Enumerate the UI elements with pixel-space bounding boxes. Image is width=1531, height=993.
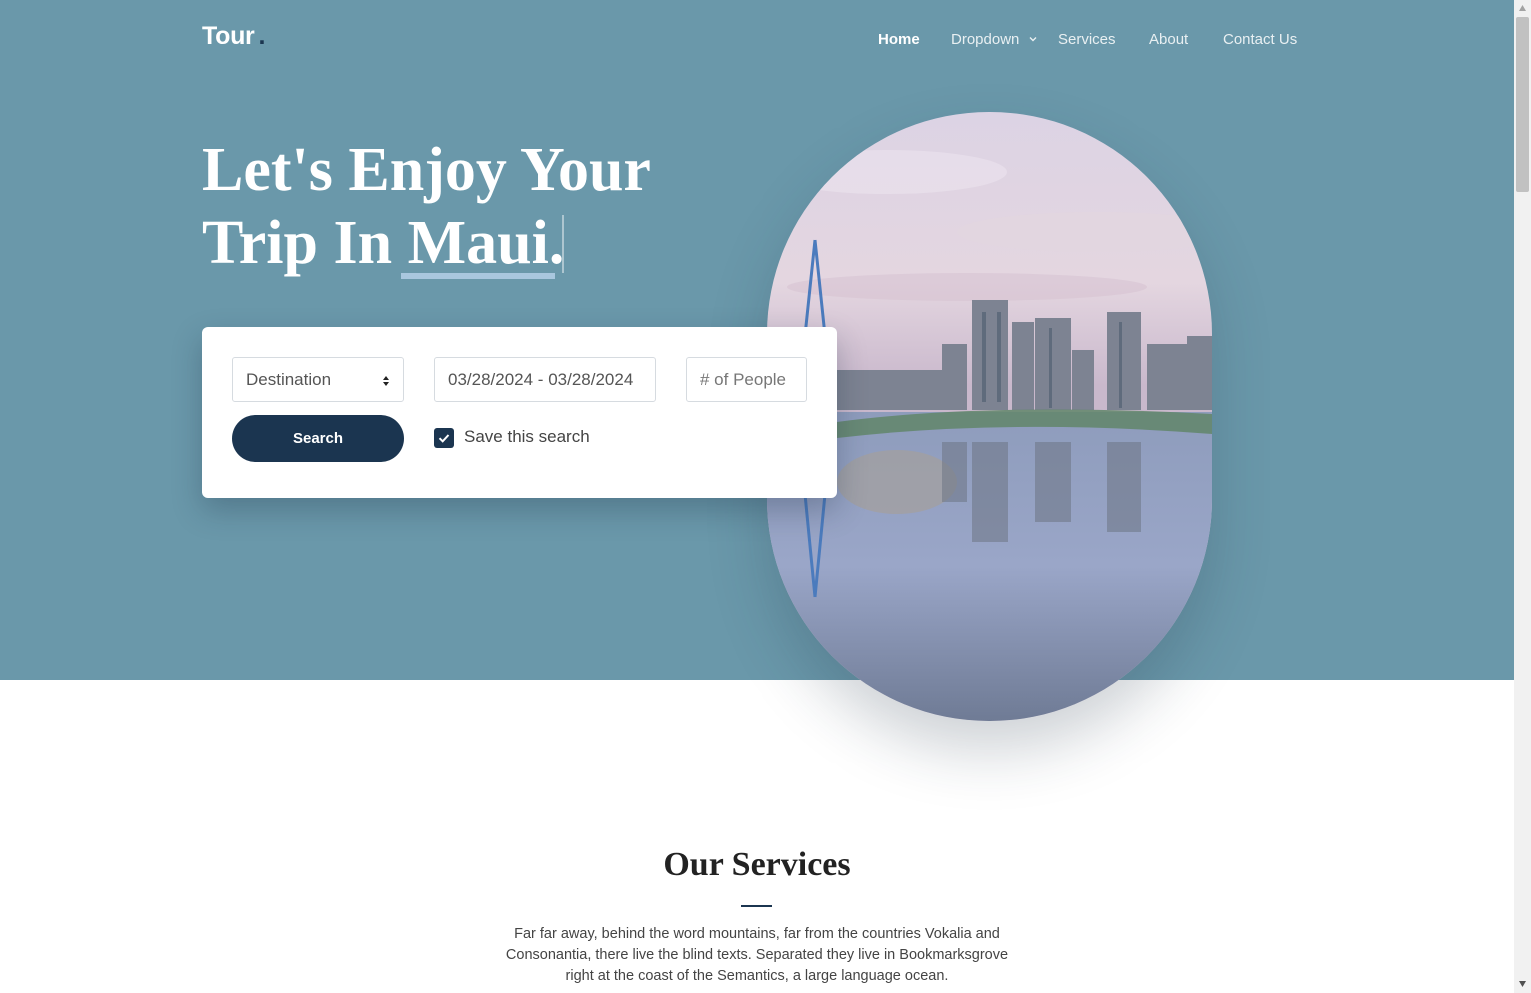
save-search-checkbox[interactable] (434, 428, 454, 448)
hero-title-line2: Trip In (202, 209, 408, 277)
nav-home[interactable]: Home (878, 31, 920, 51)
hero-title-line1: Let's Enjoy Your (202, 136, 651, 204)
date-range-input[interactable]: 03/28/2024 - 03/28/2024 (434, 357, 656, 402)
scrollbar-thumb[interactable] (1516, 17, 1529, 192)
services-title: Our Services (663, 846, 851, 883)
destination-select[interactable]: Destination (232, 357, 404, 402)
hero-title: Let's Enjoy Your Trip In Maui. (202, 134, 762, 280)
logo-text: Tour (202, 22, 255, 50)
logo-dot: . (258, 22, 266, 50)
services-divider (741, 905, 772, 907)
date-range-value: 03/28/2024 - 03/28/2024 (448, 369, 634, 389)
hero-title-highlight: Maui. (407, 209, 565, 277)
typing-caret (562, 215, 564, 273)
site-logo[interactable]: Tour. (202, 22, 265, 51)
scroll-down-arrow-icon[interactable] (1518, 980, 1527, 988)
search-button[interactable]: Search (232, 415, 404, 462)
highlight-underline (401, 273, 555, 279)
people-placeholder: # of People (700, 369, 787, 389)
select-arrows-icon (383, 376, 389, 386)
search-form-card: Destination 03/28/2024 - 03/28/2024 # of… (202, 327, 837, 498)
check-icon (438, 434, 450, 443)
save-search-label[interactable]: Save this search (464, 427, 590, 447)
services-description: Far far away, behind the word mountains,… (505, 926, 1009, 984)
scroll-up-arrow-icon[interactable] (1518, 4, 1527, 12)
chevron-down-icon (1029, 37, 1037, 42)
people-input[interactable]: # of People (686, 357, 807, 402)
nav-services[interactable]: Services (1058, 31, 1116, 51)
nav-contact[interactable]: Contact Us (1223, 31, 1297, 51)
nav-dropdown[interactable]: Dropdown (951, 31, 1019, 51)
nav-about[interactable]: About (1149, 31, 1188, 51)
destination-value: Destination (246, 369, 332, 389)
